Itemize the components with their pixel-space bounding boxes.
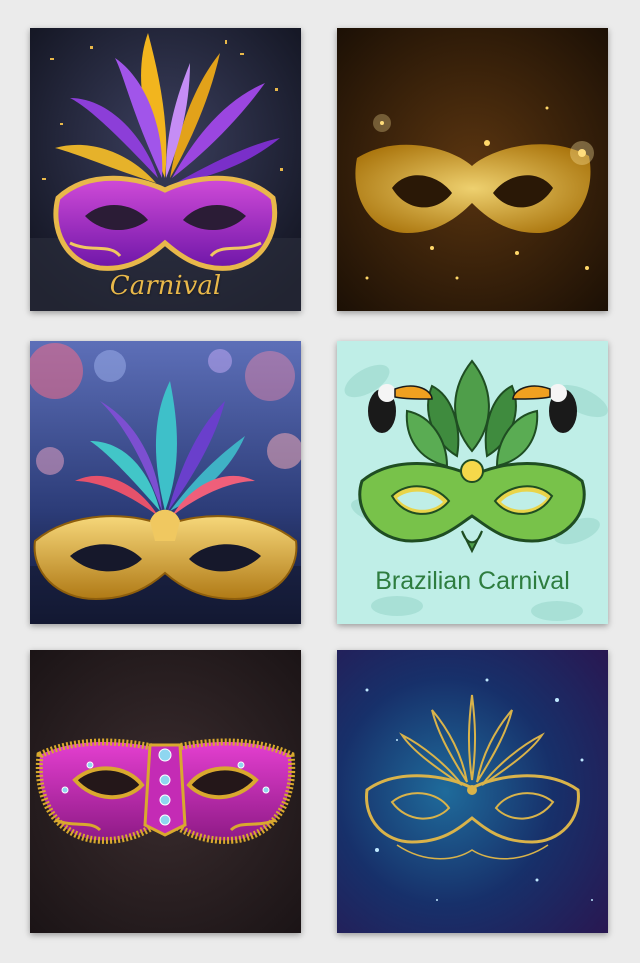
mask-image-brazilian-toucan: Brazilian Carnival [337, 341, 608, 624]
mask-image-purple-gold: Carnival [30, 28, 301, 311]
carnival-caption: Carnival [109, 271, 222, 301]
gold-feather-mask-illustration [30, 341, 301, 624]
mask-image-pink-jeweled [30, 650, 301, 933]
mask-image-filigree-gold [337, 650, 608, 933]
filigree-mask-illustration [337, 650, 608, 933]
gold-glitter-mask-illustration [337, 28, 608, 311]
mask-image-gold-feathers [30, 341, 301, 624]
mask-image-gold-glitter [337, 28, 608, 311]
brazilian-carnival-caption: Brazilian Carnival [375, 567, 570, 595]
pink-jeweled-mask-illustration [30, 650, 301, 933]
purple-gold-mask-illustration [30, 28, 301, 311]
